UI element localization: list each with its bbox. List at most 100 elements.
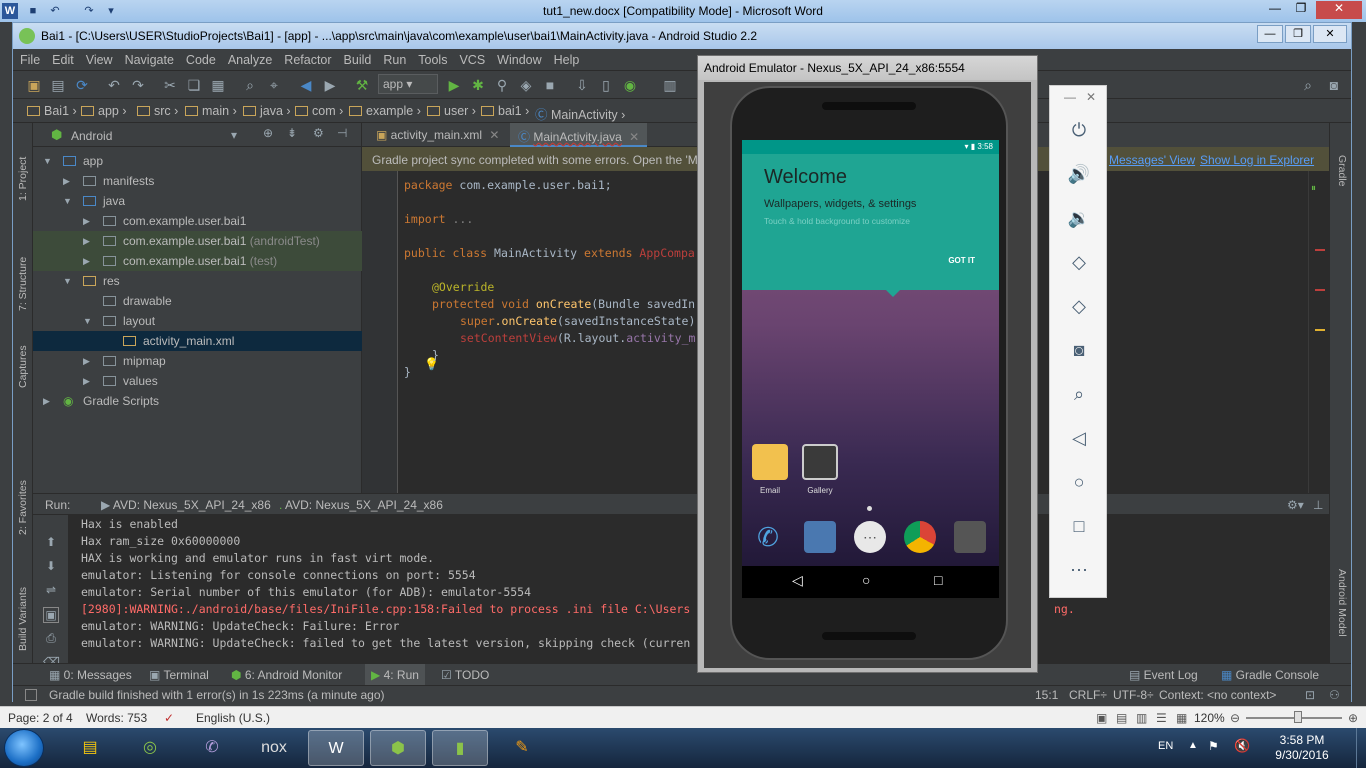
breadcrumb-item[interactable]: Ⓒ MainActivity › — [535, 104, 625, 123]
phone-screen[interactable]: ▾ ▮ 3:58 Welcome Wallpapers, widgets, & … — [742, 140, 999, 598]
menu-file[interactable]: File — [13, 49, 45, 67]
menu-build[interactable]: Build — [337, 49, 377, 67]
save-all-icon[interactable]: ▤ — [49, 76, 67, 94]
search-everywhere-icon[interactable]: ⌕ — [1299, 76, 1317, 94]
tab-run[interactable]: ▶ 4: Run — [365, 664, 425, 686]
menu-help[interactable]: Help — [547, 49, 585, 67]
chevron-down-icon[interactable]: ▾ — [231, 128, 237, 142]
up-icon[interactable]: ⬆ — [43, 535, 59, 551]
down-icon[interactable]: ⬇ — [43, 559, 59, 575]
language[interactable]: English (U.S.) — [196, 711, 270, 725]
cut-icon[interactable]: ✂ — [161, 76, 179, 94]
word-close-button[interactable]: ✕ — [1316, 1, 1362, 19]
sdk-manager-icon[interactable]: ⇩ — [573, 76, 591, 94]
home-icon[interactable]: ○ — [862, 572, 870, 588]
back-icon[interactable]: ◀ — [297, 76, 315, 94]
chevron-right-icon[interactable]: ▶ — [83, 351, 90, 371]
project-view-select[interactable]: Android — [71, 129, 112, 143]
zoom-out-icon[interactable]: ⊖ — [1230, 711, 1240, 725]
tab-main-activity-java[interactable]: Ⓒ MainActivity.java ✕ — [510, 123, 648, 147]
paint-icon[interactable]: ✎ — [494, 730, 550, 766]
soft-wrap-icon[interactable]: ⇌ — [43, 583, 59, 599]
chrome-app-icon[interactable] — [904, 521, 936, 553]
print-icon[interactable]: ⎙ — [43, 631, 59, 647]
hide-panel-icon[interactable]: ⊥ — [1313, 498, 1323, 512]
tree-item-package[interactable]: ▶ com.example.user.bai1 — [33, 211, 362, 231]
menu-navigate[interactable]: Navigate — [118, 49, 179, 67]
show-desktop-button[interactable] — [1356, 728, 1366, 768]
file-encoding[interactable]: UTF-8÷ — [1113, 688, 1154, 702]
tab-terminal[interactable]: ▣ Terminal — [149, 668, 209, 682]
studio-maximize-button[interactable]: ❐ — [1285, 25, 1311, 43]
volume-muted-icon[interactable]: 🔇 — [1234, 738, 1250, 754]
tree-item-values[interactable]: ▶ values — [33, 371, 362, 391]
sync-icon[interactable]: ⟳ — [73, 76, 91, 94]
attach-debugger-icon[interactable]: ⚲ — [493, 76, 511, 94]
menu-run[interactable]: Run — [376, 49, 411, 67]
menu-tools[interactable]: Tools — [411, 49, 452, 67]
breadcrumb-item[interactable]: Bai1 › — [27, 104, 77, 118]
tab-event-log[interactable]: ▤ Event Log — [1129, 668, 1198, 682]
tree-item-java[interactable]: ▼ java — [33, 191, 362, 211]
overview-icon[interactable]: □ — [1067, 514, 1091, 538]
tab-todo[interactable]: ☑ TODO — [441, 668, 489, 682]
show-log-link[interactable]: Show Log in Explorer — [1200, 153, 1314, 167]
tree-item-drawable[interactable]: drawable — [33, 291, 362, 311]
print-layout-icon[interactable]: ▣ — [1096, 711, 1107, 725]
gallery-app-icon[interactable] — [802, 444, 838, 480]
tree-item-mipmap[interactable]: ▶ mipmap — [33, 351, 362, 371]
breadcrumb-item[interactable]: com › — [295, 104, 343, 118]
proofing-icon[interactable]: ✓ — [164, 711, 174, 725]
chevron-right-icon[interactable]: ▶ — [63, 171, 70, 191]
breadcrumb-item[interactable]: example › — [349, 104, 421, 118]
word-maximize-button[interactable]: ❐ — [1288, 1, 1314, 19]
word-taskbar-icon[interactable]: W — [308, 730, 364, 766]
input-language[interactable]: EN — [1158, 740, 1173, 752]
tree-item-layout[interactable]: ▼ layout — [33, 311, 362, 331]
forward-icon[interactable]: ▶ — [321, 76, 339, 94]
settings-icon[interactable]: ⚙▾ — [1287, 498, 1304, 512]
tool-window-captures[interactable]: Captures — [17, 345, 29, 388]
avd-manager-icon[interactable]: ▯ — [597, 76, 615, 94]
zoom-slider-thumb[interactable] — [1294, 711, 1302, 723]
show-hidden-icons-icon[interactable]: ▲ — [1188, 740, 1198, 751]
copy-icon[interactable]: ❏ — [185, 76, 203, 94]
menu-window[interactable]: Window — [490, 49, 546, 67]
tree-item-package-android-test[interactable]: ▶ com.example.user.bai1 (androidTest) — [33, 231, 362, 251]
home-icon[interactable]: ○ — [1067, 470, 1091, 494]
chevron-down-icon[interactable]: ▼ — [63, 271, 72, 291]
zoom-icon[interactable]: ⌕ — [1067, 382, 1091, 406]
tool-window-project[interactable]: 1: Project — [17, 157, 29, 201]
open-folder-icon[interactable]: ▣ — [25, 76, 43, 94]
menu-code[interactable]: Code — [179, 49, 221, 67]
project-structure-icon[interactable]: ▥ — [661, 76, 679, 94]
tree-item-package-test[interactable]: ▶ com.example.user.bai1 (test) — [33, 251, 362, 271]
close-icon[interactable]: ✕ — [489, 128, 499, 142]
messages-app-icon[interactable] — [804, 521, 836, 553]
hide-panel-icon[interactable]: ⊣ — [337, 126, 347, 140]
chevron-right-icon[interactable]: ▶ — [43, 391, 50, 411]
android-device-monitor-icon[interactable]: ◉ — [621, 76, 639, 94]
rotate-left-icon[interactable]: ◇ — [1067, 250, 1091, 274]
back-icon[interactable]: ◁ — [792, 572, 803, 589]
volume-down-icon[interactable]: 🔉 — [1067, 206, 1091, 230]
back-icon[interactable]: ◁ — [1067, 426, 1091, 450]
find-icon[interactable]: ⌕ — [241, 76, 259, 94]
scroll-to-end-icon[interactable]: ▣ — [43, 607, 59, 623]
chevron-down-icon[interactable]: ▼ — [83, 311, 92, 331]
stop-icon[interactable]: ■ — [541, 76, 559, 94]
start-button[interactable] — [4, 729, 44, 767]
breadcrumb-item[interactable]: java › — [243, 104, 291, 118]
studio-minimize-button[interactable]: — — [1257, 25, 1283, 43]
minimize-icon[interactable]: — — [1064, 90, 1076, 104]
menu-vcs[interactable]: VCS — [452, 49, 490, 67]
menu-edit[interactable]: Edit — [45, 49, 79, 67]
camera-icon[interactable]: ◙ — [1067, 338, 1091, 362]
android-studio-taskbar-icon[interactable]: ⬢ — [370, 730, 426, 766]
error-marker[interactable] — [1315, 249, 1325, 251]
emulator-taskbar-icon[interactable]: ▮ — [432, 730, 488, 766]
chevron-down-icon[interactable]: ▼ — [63, 191, 72, 211]
caret-position[interactable]: 15:1 — [1035, 688, 1058, 702]
editor-scrollbar[interactable]: ⏸ — [1308, 171, 1329, 493]
lock-icon[interactable]: ⊡ — [1305, 688, 1315, 702]
